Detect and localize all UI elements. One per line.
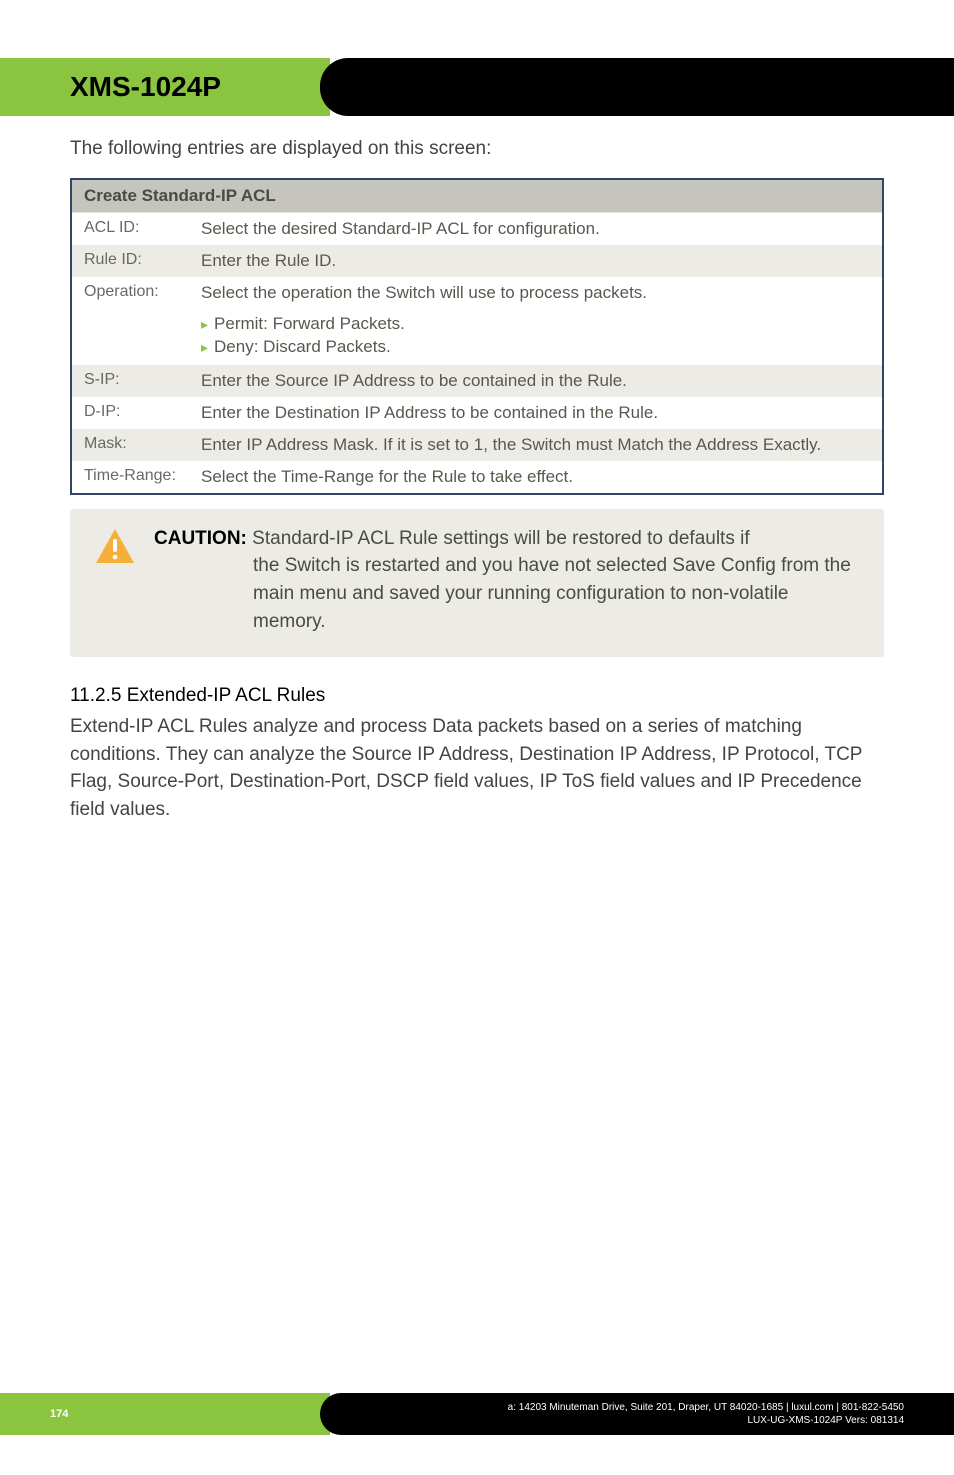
intro-text: The following entries are displayed on t…	[70, 138, 884, 160]
section-heading: 11.2.5 Extended-IP ACL Rules	[70, 685, 884, 707]
footer-address: a: 14203 Minuteman Drive, Suite 201, Dra…	[508, 1401, 904, 1415]
table-row: Rule ID: Enter the Rule ID.	[72, 245, 882, 277]
row-value: Select the desired Standard-IP ACL for c…	[197, 213, 882, 245]
page-number: 174	[50, 1408, 68, 1420]
row-label: Operation:	[72, 277, 197, 365]
row-value: Enter the Destination IP Address to be c…	[197, 397, 882, 429]
footer-info-block: a: 14203 Minuteman Drive, Suite 201, Dra…	[320, 1393, 954, 1435]
config-table: Create Standard-IP ACL ACL ID: Select th…	[70, 178, 884, 495]
footer-doc: LUX-UG-XMS-1024P Vers: 081314	[747, 1414, 904, 1428]
row-value: Enter IP Address Mask. If it is set to 1…	[197, 429, 882, 461]
row-label: Time-Range:	[72, 461, 197, 493]
row-value: Select the operation the Switch will use…	[197, 277, 882, 365]
warning-icon	[94, 527, 136, 570]
row-label: ACL ID:	[72, 213, 197, 245]
caution-first-line: Standard-IP ACL Rule settings will be re…	[247, 528, 750, 549]
caution-box: CAUTION: Standard-IP ACL Rule settings w…	[70, 509, 884, 657]
row-value: Select the Time-Range for the Rule to ta…	[197, 461, 882, 493]
table-row: Time-Range: Select the Time-Range for th…	[72, 461, 882, 493]
table-row: D-IP: Enter the Destination IP Address t…	[72, 397, 882, 429]
table-row: Mask: Enter IP Address Mask. If it is se…	[72, 429, 882, 461]
bullet-item: Deny: Discard Packets.	[201, 336, 870, 359]
header-green-block: XMS-1024P	[0, 58, 330, 116]
row-label: S-IP:	[72, 365, 197, 397]
row-label: Mask:	[72, 429, 197, 461]
bullet-item: Permit: Forward Packets.	[201, 313, 870, 336]
section-body: Extend-IP ACL Rules analyze and process …	[70, 713, 884, 823]
header-bar: XMS-1024P	[0, 58, 954, 116]
table-row: S-IP: Enter the Source IP Address to be …	[72, 365, 882, 397]
table-title: Create Standard-IP ACL	[72, 180, 882, 213]
row-text: Select the operation the Switch will use…	[201, 283, 647, 302]
footer-page-block: 174	[0, 1393, 330, 1435]
row-label: D-IP:	[72, 397, 197, 429]
row-label: Rule ID:	[72, 245, 197, 277]
table-row: ACL ID: Select the desired Standard-IP A…	[72, 213, 882, 245]
table-row: Operation: Select the operation the Swit…	[72, 277, 882, 365]
header-black-block	[320, 58, 954, 116]
product-title: XMS-1024P	[70, 71, 221, 103]
caution-text: CAUTION: Standard-IP ACL Rule settings w…	[154, 525, 860, 635]
caution-label: CAUTION:	[154, 528, 247, 549]
bullet-list: Permit: Forward Packets. Deny: Discard P…	[201, 313, 870, 359]
row-value: Enter the Rule ID.	[197, 245, 882, 277]
caution-rest: the Switch is restarted and you have not…	[154, 552, 860, 635]
footer-bar: 174 a: 14203 Minuteman Drive, Suite 201,…	[0, 1393, 954, 1435]
row-value: Enter the Source IP Address to be contai…	[197, 365, 882, 397]
